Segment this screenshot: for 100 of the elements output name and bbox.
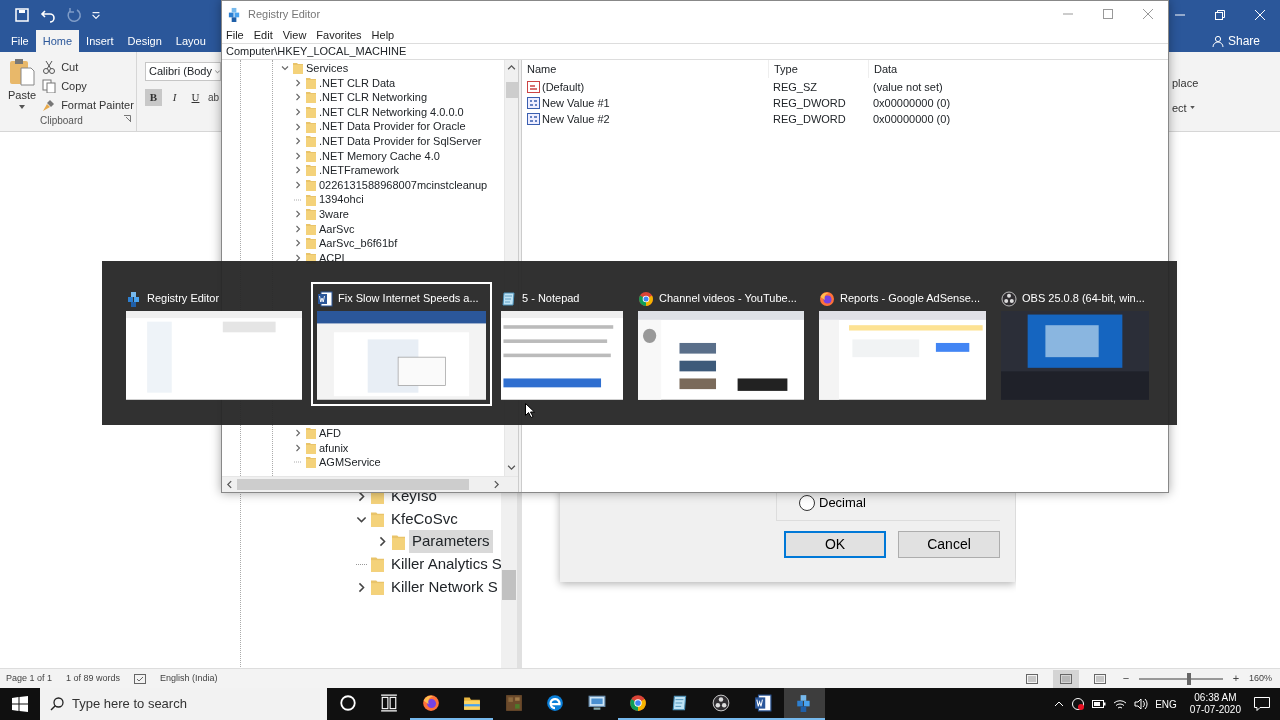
tree-item[interactable]: 0226131588968007mcinstcleanup — [319, 176, 488, 194]
registry-icon — [227, 6, 242, 22]
scroll-up-icon[interactable] — [507, 63, 516, 72]
tree-item: Killer Analytics S — [390, 554, 503, 575]
notifications-icon[interactable] — [1254, 697, 1270, 711]
clock[interactable]: 06:38 AM 07-07-2020 — [1183, 691, 1247, 717]
bold-button[interactable]: B — [145, 89, 162, 106]
ribbon-command[interactable]: Copy — [42, 77, 134, 95]
menu-item[interactable]: Favorites — [316, 26, 362, 44]
menu-item[interactable]: File — [226, 26, 244, 44]
string-value-icon — [527, 81, 540, 93]
zoom-level: 160% — [1248, 671, 1272, 685]
column-header[interactable]: Name — [522, 60, 768, 78]
italic-button[interactable]: I — [166, 89, 183, 106]
share-button[interactable]: Share — [1205, 30, 1266, 52]
ribbon-tab[interactable]: Home — [35, 30, 80, 52]
scroll-down-icon[interactable] — [507, 463, 516, 472]
column-header[interactable]: Data — [868, 60, 1104, 78]
ribbon-command[interactable]: ect — [1172, 99, 1280, 116]
folder-icon — [371, 578, 384, 597]
search-field[interactable]: Type here to search — [40, 688, 327, 720]
window-title: Channel videos - YouTube... — [659, 291, 797, 307]
undo-button[interactable] — [40, 7, 56, 23]
expand-chevron-icon[interactable] — [356, 581, 367, 593]
value-name[interactable]: (Default) — [542, 78, 585, 96]
save-button[interactable] — [14, 7, 30, 23]
wifi-icon[interactable] — [1113, 698, 1128, 710]
battery-icon[interactable] — [1092, 699, 1107, 709]
expand-chevron-icon[interactable] — [294, 254, 302, 262]
window-switcher-item[interactable]: Fix Slow Internet Speeds a... — [311, 282, 492, 406]
scrollbar-thumb[interactable] — [506, 82, 518, 98]
column-header[interactable]: Type — [768, 60, 868, 78]
dialog-button[interactable]: Cancel — [898, 531, 1000, 558]
dropdown-caret-icon — [1189, 106, 1195, 110]
volume-icon[interactable] — [1134, 698, 1149, 710]
menu-item[interactable]: Help — [371, 26, 395, 44]
font-dropdown[interactable]: Calibri (Body — [145, 62, 221, 81]
ribbon-tab[interactable]: Design — [120, 30, 169, 52]
tree-item[interactable]: .NET Memory Cache 4.0 — [319, 147, 440, 165]
print-layout-button[interactable] — [1052, 669, 1079, 688]
scrollbar-thumb[interactable] — [237, 479, 469, 490]
tree-item[interactable]: .NETFramework — [319, 162, 400, 179]
tree-item[interactable]: AarSvc — [319, 220, 355, 238]
dropdown-caret-button[interactable] — [92, 11, 100, 19]
recording-icon[interactable] — [1071, 697, 1086, 711]
tree-item[interactable]: afunix — [319, 439, 349, 457]
input-language[interactable]: ENG — [1155, 696, 1177, 712]
tree-item[interactable]: .NET CLR Data — [319, 74, 396, 92]
tree-item[interactable]: 3ware — [319, 206, 349, 223]
tree-item[interactable]: .NET Data Provider for Oracle — [319, 118, 466, 135]
menu-item[interactable]: View — [282, 26, 307, 44]
ribbon-tab[interactable]: Insert — [79, 30, 121, 52]
ribbon-command[interactable]: Cut — [42, 58, 134, 76]
address-bar[interactable]: Computer\HKEY_LOCAL_MACHINE — [222, 43, 1168, 60]
radio-option[interactable]: Decimal — [799, 493, 866, 513]
proofing-icon[interactable] — [134, 673, 147, 684]
zoom-in-button[interactable]: + — [1230, 670, 1241, 687]
window-switcher-item[interactable]: Reports - Google AdSense... — [813, 282, 992, 406]
window-switcher-item[interactable]: 5 - Notepad — [495, 282, 629, 406]
ribbon-tab[interactable]: File — [4, 30, 36, 52]
ribbon-command[interactable]: place — [1172, 75, 1280, 92]
tree-item[interactable]: .NET CLR Networking — [319, 89, 427, 106]
paste-button[interactable]: Paste — [6, 58, 39, 112]
zoom-out-button[interactable]: − — [1120, 670, 1131, 687]
maximize-icon[interactable] — [1103, 9, 1113, 19]
dialog-launcher-icon[interactable] — [124, 115, 131, 123]
ribbon-command[interactable]: Format Painter — [42, 96, 134, 114]
horizontal-scrollbar[interactable] — [222, 476, 518, 492]
scrollbar-thumb — [502, 570, 516, 600]
value-name[interactable]: New Value #1 — [542, 94, 610, 112]
slider-thumb[interactable] — [1187, 672, 1192, 685]
tree-item[interactable]: .NET CLR Networking 4.0.0.0 — [319, 103, 464, 121]
scroll-right-icon[interactable] — [492, 480, 501, 489]
tree-item[interactable]: 1394ohci — [319, 191, 364, 208]
restore-icon[interactable] — [1215, 10, 1225, 20]
strikethrough-button[interactable]: ab — [208, 90, 220, 105]
window-switcher-item[interactable]: Registry Editor — [120, 282, 308, 406]
window-switcher-item[interactable]: OBS 25.0.8 (64-bit, win... — [995, 282, 1155, 406]
tree-item[interactable]: .NET Data Provider for SqlServer — [319, 133, 482, 150]
expand-chevron-icon[interactable] — [356, 490, 367, 502]
chevron-up-icon[interactable] — [1054, 699, 1065, 709]
folder-icon — [306, 237, 316, 250]
page-icon — [1059, 673, 1072, 684]
paintbrush-icon — [42, 98, 57, 112]
scroll-left-icon[interactable] — [225, 480, 234, 489]
tree-item[interactable]: AGMService — [319, 454, 381, 471]
expand-chevron-icon[interactable] — [377, 536, 388, 548]
dialog-button[interactable]: OK — [784, 531, 886, 558]
tree-item[interactable]: AarSvc_b6f61bf — [319, 235, 398, 252]
tree-item[interactable]: AFD — [319, 424, 341, 442]
taskbar-button[interactable] — [783, 688, 825, 720]
chrome-icon — [629, 694, 648, 712]
window-switcher-item[interactable]: Channel videos - YouTube... — [632, 282, 810, 406]
ribbon-tab[interactable]: Layou — [168, 30, 213, 52]
folder-icon — [306, 120, 316, 133]
tree-item[interactable]: Services — [306, 60, 349, 77]
menu-item[interactable]: Edit — [253, 26, 273, 44]
underline-button[interactable]: U — [187, 89, 204, 106]
tree-item: Killer Network S — [390, 576, 499, 597]
value-name[interactable]: New Value #2 — [542, 110, 610, 128]
